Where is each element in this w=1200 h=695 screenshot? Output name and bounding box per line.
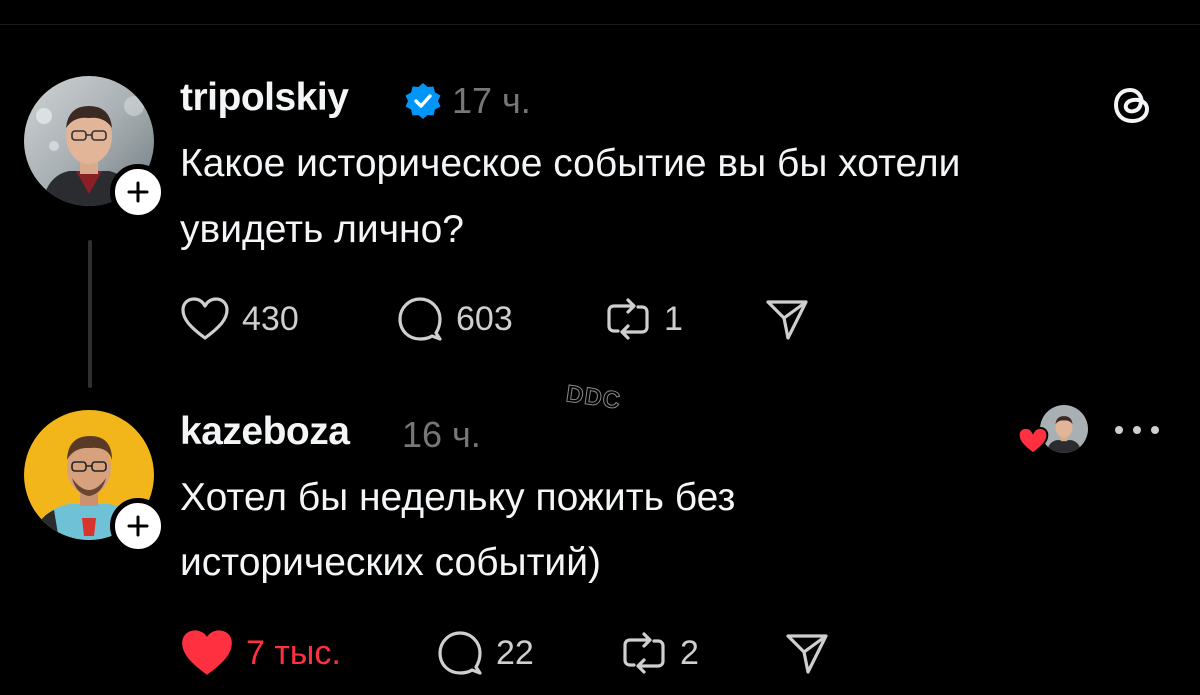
reply-count-reply: 22 [496, 633, 534, 672]
share-button[interactable] [764, 294, 810, 344]
reply-count: 603 [456, 299, 513, 338]
verified-badge-icon [405, 83, 441, 119]
plus-icon [127, 181, 149, 203]
reply-time: 16 ч. [402, 414, 481, 455]
repost-icon [623, 632, 665, 674]
repost-button[interactable]: 1 [604, 294, 683, 344]
top-divider [0, 24, 1200, 25]
plus-icon [127, 515, 149, 537]
share-icon [786, 634, 828, 674]
like-count: 430 [242, 299, 299, 338]
reply-button[interactable]: 603 [396, 294, 513, 344]
repost-count-reply: 2 [680, 633, 699, 672]
follow-button-tripolskiy[interactable] [110, 164, 166, 220]
post-text-line-1: Какое историческое событие вы бы хотели [180, 142, 961, 185]
thread-connector-line [88, 240, 92, 388]
more-icon[interactable] [1112, 422, 1162, 438]
repost-count: 1 [664, 299, 683, 338]
repost-button-reply[interactable]: 2 [620, 628, 699, 678]
share-icon [766, 300, 808, 340]
reply-username[interactable]: kazeboza [180, 410, 350, 454]
heart-icon [181, 297, 229, 340]
comment-icon [438, 631, 482, 675]
like-button-reply[interactable]: 7 тыс. [180, 628, 341, 678]
comment-icon [398, 297, 442, 341]
post-username[interactable]: tripolskiy [180, 76, 349, 120]
threads-logo-icon[interactable] [1108, 80, 1158, 130]
like-button[interactable]: 430 [180, 294, 299, 344]
follow-button-kazeboza[interactable] [110, 498, 166, 554]
post-text-line-2: увидеть лично? [180, 208, 464, 251]
watermark: DDC [564, 380, 623, 415]
reply-button-reply[interactable]: 22 [436, 628, 534, 678]
repost-icon [607, 298, 649, 340]
like-count-reply: 7 тыс. [246, 633, 341, 672]
reply-text-line-2: исторических событий) [180, 541, 601, 584]
heart-icon [182, 630, 232, 675]
reply-text-line-1: Хотел бы недельку пожить без [180, 476, 736, 519]
post-time: 17 ч. [452, 80, 531, 121]
author-liked-heart-icon [1017, 426, 1049, 455]
share-button-reply[interactable] [784, 628, 830, 678]
